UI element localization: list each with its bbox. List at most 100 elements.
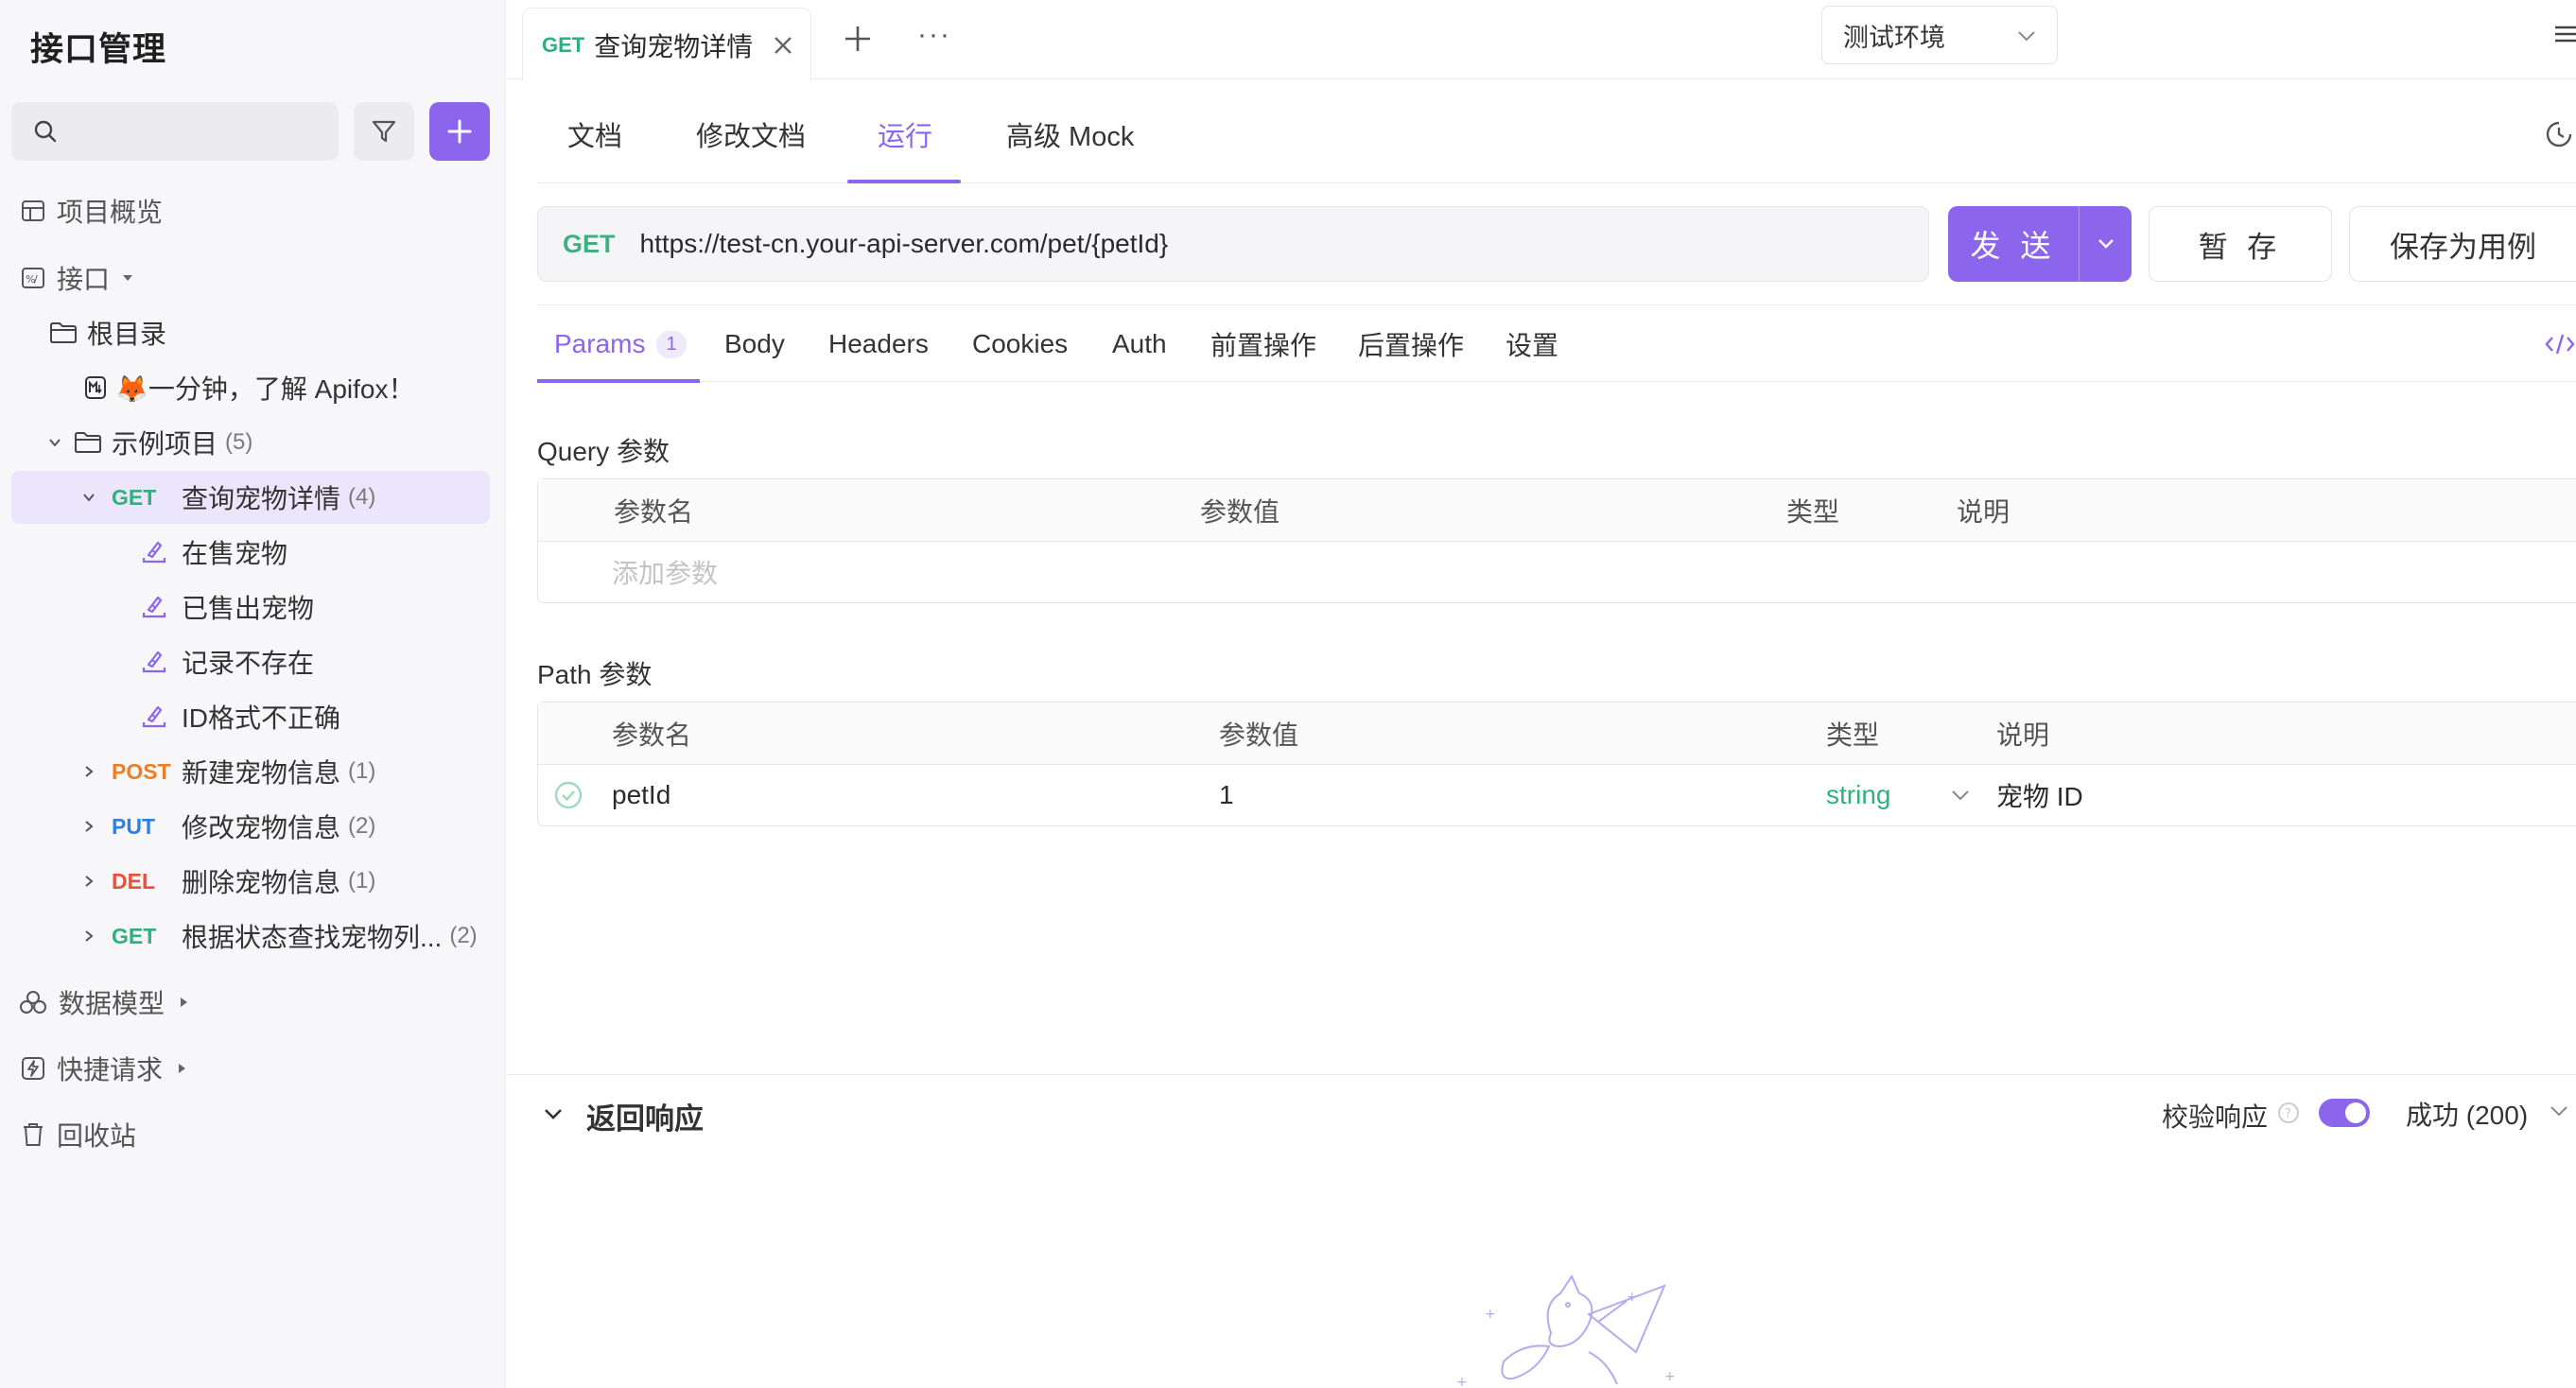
case-icon (140, 539, 168, 565)
tree-label: 已售出宠物 (182, 588, 314, 626)
url-input[interactable]: GET https://test-cn.your-api-server.com/… (537, 206, 1929, 282)
history-icon[interactable] (2542, 117, 2576, 156)
add-param-input[interactable]: 添加参数 (612, 542, 718, 602)
tree-endpoint-del-pet[interactable]: DEL 删除宠物信息 (1) (11, 855, 490, 908)
response-title[interactable]: 返回响应 (586, 1095, 704, 1137)
tree-endpoint-post-new-pet[interactable]: POST 新建宠物信息 (1) (11, 745, 490, 798)
plus-icon (444, 116, 475, 147)
table-header: 参数名 参数值 类型 说明 (538, 479, 2576, 542)
tree-case-bad-id[interactable]: ID格式不正确 (11, 690, 490, 743)
trash-icon (21, 1121, 45, 1148)
folder-icon (74, 430, 102, 455)
column-header: 参数值 (1219, 703, 1298, 764)
sidebar-item-data-model[interactable]: 数据模型 (11, 976, 490, 1029)
tree-endpoint-get-by-status[interactable]: GET 根据状态查找宠物列... (2) (11, 910, 490, 963)
chevron-right-icon[interactable] (79, 764, 98, 779)
tree-case-sold[interactable]: 已售出宠物 (11, 581, 490, 633)
send-label: 发 送 (1948, 222, 2079, 266)
menu-icon[interactable] (2553, 23, 2576, 50)
tree-label: 查询宠物详情 (182, 478, 340, 516)
environment-label: 测试环境 (1843, 17, 1945, 54)
sidebar-item-label: 接口 (57, 259, 110, 297)
chevron-down-icon[interactable] (79, 490, 98, 505)
save-button[interactable]: 暂 存 (2149, 206, 2332, 282)
tree-case-not-exist[interactable]: 记录不存在 (11, 635, 490, 688)
more-tabs-button[interactable]: ··· (917, 19, 951, 51)
chevron-down-icon[interactable] (2550, 1104, 2568, 1122)
tree-doc-intro[interactable]: 🦊一分钟，了解 Apifox！ (11, 361, 490, 414)
send-button[interactable]: 发 送 (1948, 206, 2132, 282)
enabled-checkbox[interactable] (553, 765, 583, 825)
chevron-down-icon (2097, 238, 2115, 250)
tab-pre-processors[interactable]: 前置操作 (1210, 305, 1316, 383)
tree-folder-example[interactable]: 示例项目 (5) (11, 416, 490, 469)
close-icon[interactable] (771, 33, 795, 64)
chevron-down-icon[interactable] (1951, 765, 1970, 825)
chevron-right-icon[interactable] (79, 819, 98, 834)
param-name[interactable]: petId (612, 765, 670, 825)
sidebar-item-quick-request[interactable]: 快捷请求 (11, 1042, 490, 1095)
tree-count: (1) (348, 758, 375, 785)
method-badge: DEL (112, 869, 182, 894)
param-type-select[interactable]: string (1826, 765, 1890, 825)
send-dropdown[interactable] (2079, 206, 2132, 282)
tab-body[interactable]: Body (724, 305, 785, 383)
tab-auth[interactable]: Auth (1112, 305, 1167, 383)
sidebar-item-label: 项目概览 (57, 192, 163, 230)
active-tab-indicator (847, 180, 961, 183)
tab-run[interactable]: 运行 (878, 85, 932, 183)
tab-edit-doc[interactable]: 修改文档 (696, 85, 806, 183)
tree-count: (4) (348, 484, 375, 511)
search-input[interactable] (11, 102, 339, 161)
caret-right-icon (178, 996, 189, 1009)
column-header: 参数值 (1200, 479, 1279, 541)
sidebar-item-label: 快捷请求 (57, 1050, 163, 1087)
response-status-select[interactable]: 成功 (200) (2406, 1095, 2528, 1133)
filter-button[interactable] (354, 102, 414, 161)
sidebar-item-label: 数据模型 (59, 983, 165, 1021)
method-badge: PUT (112, 814, 182, 840)
tree-count: (2) (348, 813, 375, 840)
tab-doc[interactable]: 文档 (567, 85, 622, 183)
tree-endpoint-put-pet[interactable]: PUT 修改宠物信息 (2) (11, 800, 490, 853)
tab-cookies[interactable]: Cookies (972, 305, 1068, 383)
column-header: 参数名 (614, 479, 693, 541)
sidebar-item-overview[interactable]: 项目概览 (11, 184, 490, 237)
new-tab-button[interactable] (842, 23, 874, 60)
tree-label: 根目录 (87, 314, 166, 352)
tab-settings[interactable]: 设置 (1506, 305, 1558, 383)
method-select[interactable]: GET (563, 230, 616, 259)
tree-count: (5) (225, 429, 252, 456)
help-icon[interactable]: ? (2277, 1102, 2300, 1129)
code-icon[interactable] (2544, 331, 2576, 362)
chevron-right-icon[interactable] (79, 928, 98, 944)
svg-text:+: + (1627, 1290, 1638, 1305)
markdown-icon (83, 375, 108, 400)
active-tab-indicator (537, 379, 700, 383)
chevron-down-icon[interactable] (543, 1106, 564, 1126)
save-as-case-button[interactable]: 保存为用例 (2349, 206, 2576, 282)
tree-label: 根据状态查找宠物列... (182, 917, 442, 955)
chevron-right-icon[interactable] (79, 874, 98, 889)
verify-response-toggle[interactable] (2319, 1099, 2370, 1127)
param-description[interactable]: 宠物 ID (1996, 765, 2083, 825)
column-header: 说明 (1996, 703, 2049, 764)
tab-headers[interactable]: Headers (828, 305, 929, 383)
svg-text:?: ? (2285, 1107, 2291, 1121)
cubes-icon (19, 989, 47, 1015)
tab-get-pet-detail[interactable]: GET 查询宠物详情 (522, 8, 811, 81)
param-value-input[interactable]: 1 (1219, 765, 1234, 825)
tree-root-folder[interactable]: 根目录 (11, 306, 490, 359)
sidebar-item-trash[interactable]: 回收站 (11, 1108, 490, 1161)
environment-select[interactable]: 测试环境 (1821, 6, 2058, 64)
toggle-knob (2345, 1102, 2366, 1123)
tab-post-processors[interactable]: 后置操作 (1358, 305, 1464, 383)
tab-params[interactable]: Params 1 (554, 305, 687, 383)
lightning-icon (21, 1056, 45, 1081)
tab-advanced-mock[interactable]: 高级 Mock (1006, 85, 1134, 183)
add-button[interactable] (429, 102, 490, 161)
tree-case-on-sale[interactable]: 在售宠物 (11, 526, 490, 579)
chevron-down-icon[interactable] (45, 435, 64, 450)
sidebar-item-api[interactable]: %/ 接口 (11, 252, 490, 304)
tree-endpoint-get-pet-detail[interactable]: GET 查询宠物详情 (4) (11, 471, 490, 524)
